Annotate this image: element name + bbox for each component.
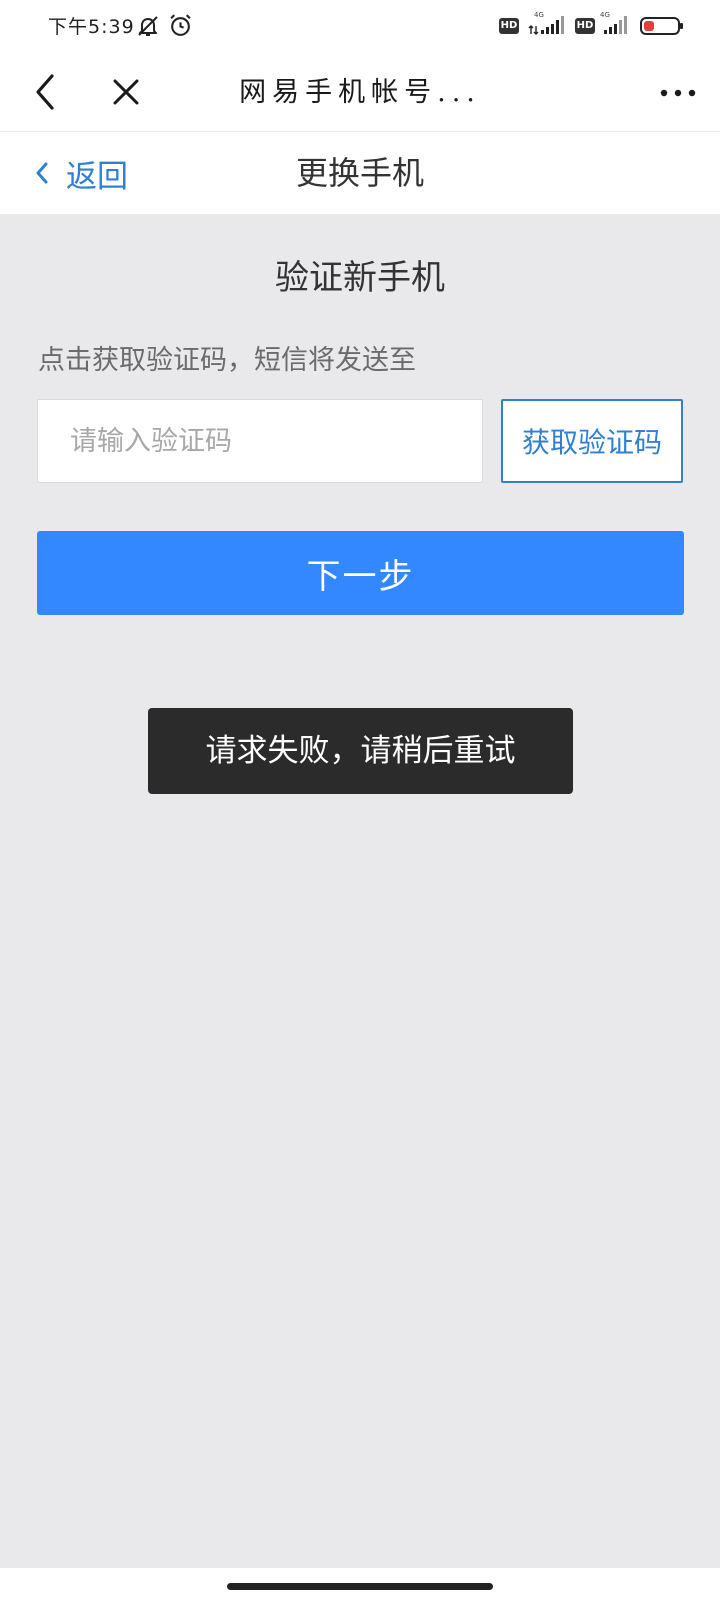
alarm-icon <box>170 14 191 36</box>
webview-title-bar: 网易手机帐号... <box>0 52 720 132</box>
home-indicator[interactable] <box>227 1583 493 1590</box>
signal-icon <box>604 16 627 34</box>
sms-hint-text: 点击获取验证码，短信将发送至 <box>38 345 416 376</box>
chevron-left-icon <box>36 162 48 184</box>
webview-title: 网易手机帐号... <box>239 77 481 108</box>
error-toast: 请求失败，请稍后重试 <box>148 708 573 794</box>
status-time: 下午5:39 <box>48 16 135 38</box>
signal-icon <box>528 16 564 35</box>
hd-badge: HD <box>499 18 519 34</box>
status-bar: 下午5:39 HD 4G HD 4G <box>0 0 720 52</box>
get-code-button[interactable]: 获取验证码 <box>501 399 683 483</box>
hd-badge: HD <box>575 18 595 34</box>
back-label: 返回 <box>66 158 128 195</box>
close-icon[interactable] <box>106 72 146 112</box>
navigation-bar <box>0 1568 720 1600</box>
section-title: 验证新手机 <box>275 258 445 298</box>
back-chevron-icon[interactable] <box>26 70 66 114</box>
back-link[interactable]: 返回 <box>34 132 128 214</box>
next-step-button[interactable]: 下一步 <box>37 531 684 615</box>
bell-off-icon <box>138 16 158 36</box>
battery-icon <box>640 17 683 35</box>
page-title: 更换手机 <box>295 154 424 192</box>
verification-code-input[interactable] <box>37 399 483 483</box>
more-dots-icon[interactable] <box>658 78 698 108</box>
page-header: 返回 更换手机 <box>0 132 720 214</box>
